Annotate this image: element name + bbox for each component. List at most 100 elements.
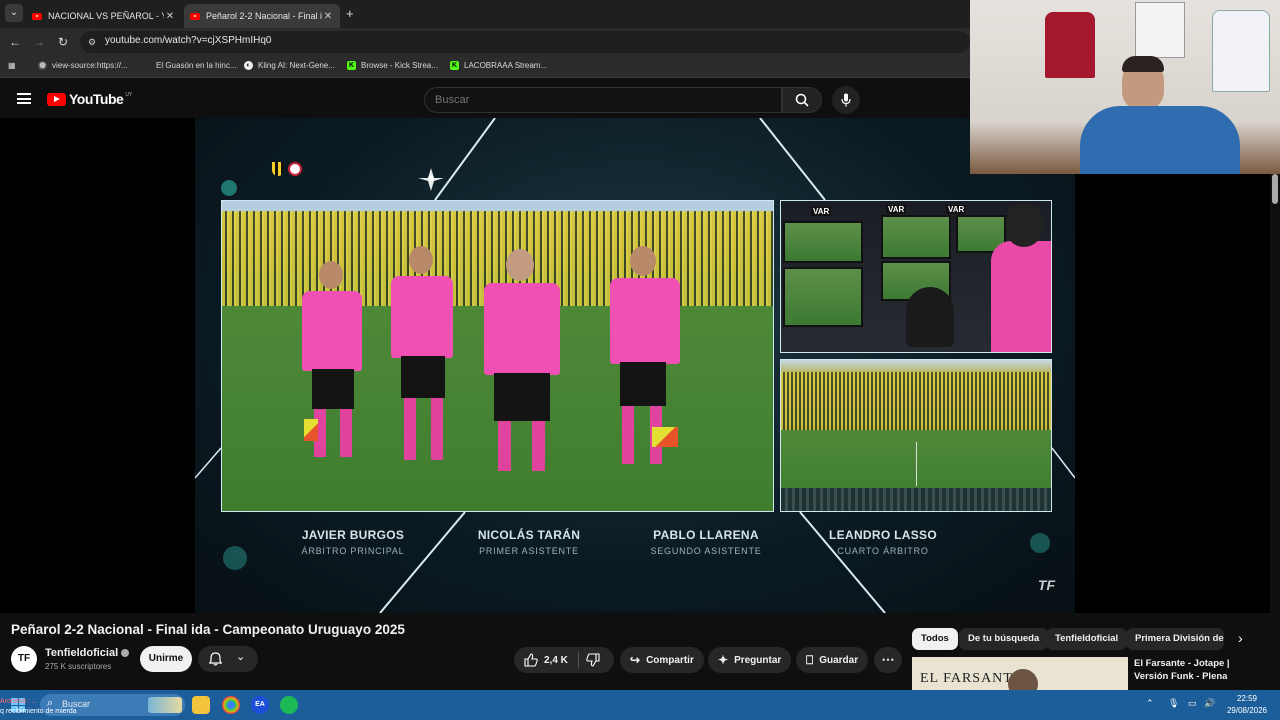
video-frame[interactable]: VAR VAR VAR JAVIER BURGOS ÁRBITRO PRINCI… bbox=[195, 118, 1075, 613]
thumbs-up-icon bbox=[524, 653, 538, 667]
bookmark-kick-browse[interactable]: K Browse - Kick Strea... bbox=[347, 61, 438, 70]
nacional-crest-icon bbox=[288, 162, 302, 176]
channel-name[interactable]: Tenfieldoficial bbox=[45, 647, 118, 659]
tab-penarol-nacional-active[interactable]: Peñarol 2-2 Nacional - Final ida ✕ bbox=[184, 4, 340, 28]
recommendation-title[interactable]: El Farsante - Jotape | Versión Funk - Pl… bbox=[1134, 657, 1264, 683]
assistant-flag bbox=[652, 427, 678, 447]
bookmark-label: Browse - Kick Strea... bbox=[361, 61, 438, 70]
tab-title: NACIONAL VS PEÑAROL - YouT bbox=[48, 11, 164, 21]
channel-name-link[interactable]: Tenfieldoficial bbox=[45, 647, 130, 659]
var-room-image: VAR VAR VAR bbox=[780, 200, 1052, 353]
chevron-right-icon[interactable]: › bbox=[1238, 630, 1243, 646]
chevron-down-icon: ⌄ bbox=[236, 651, 246, 663]
join-button[interactable]: Unirme bbox=[140, 646, 192, 672]
spotify-icon[interactable] bbox=[280, 696, 298, 714]
sparkle-icon: ✦ bbox=[718, 653, 729, 667]
streamer-person bbox=[1080, 56, 1240, 174]
referee-name: NICOLÁS TARÁN bbox=[477, 528, 581, 542]
var-label: VAR bbox=[811, 207, 832, 216]
chip-tenfieldoficial[interactable]: Tenfieldoficial bbox=[1046, 628, 1128, 650]
referee-role: ÁRBITRO PRINCIPAL bbox=[301, 546, 405, 556]
save-label: Guardar bbox=[819, 654, 859, 666]
referees-lineup-image bbox=[221, 200, 774, 512]
microphone-icon bbox=[841, 93, 851, 107]
back-arrow-icon[interactable]: ← bbox=[7, 34, 23, 50]
site-info-icon[interactable]: ⚙ bbox=[88, 36, 100, 48]
reload-icon[interactable]: ↻ bbox=[55, 34, 71, 50]
volume-icon[interactable]: 🔊 bbox=[1204, 698, 1215, 709]
chrome-icon[interactable] bbox=[222, 696, 240, 714]
chip-todos[interactable]: Todos bbox=[912, 628, 958, 650]
assistant-flag bbox=[304, 419, 318, 441]
search-icon bbox=[795, 93, 809, 107]
like-dislike-group: 2,4 K bbox=[514, 647, 614, 673]
globe-icon: ◍ bbox=[38, 61, 47, 70]
clock-date: 29/08/2026 bbox=[1226, 706, 1268, 715]
bookmark-kling-ai[interactable]: ◐ Kling AI: Next-Gene... bbox=[244, 61, 335, 70]
referee-role: SEGUNDO ASISTENTE bbox=[650, 546, 762, 556]
like-count: 2,4 K bbox=[544, 654, 568, 666]
forward-arrow-icon[interactable]: → bbox=[31, 34, 47, 50]
bookmark-label: Kling AI: Next-Gene... bbox=[258, 61, 335, 70]
tab-title: Peñarol 2-2 Nacional - Final ida bbox=[206, 11, 322, 21]
voice-search-button[interactable] bbox=[832, 86, 860, 114]
share-button[interactable]: ↪ Compartir bbox=[620, 647, 704, 673]
tray-chevron-up-icon[interactable]: ⌃ bbox=[1146, 698, 1154, 709]
bookmark-icon: ⎕ bbox=[806, 652, 814, 667]
bookmark-label: El Guasón en la hinc... bbox=[156, 61, 237, 70]
apps-grid-icon[interactable]: ▦ bbox=[8, 61, 16, 70]
poster-image bbox=[1135, 2, 1185, 58]
windows-taskbar: ⌕ Buscar EA ⌃ 🎙 ▭ 🔊 22:59 29/08/2026 bbox=[0, 690, 1280, 720]
youtube-favicon-icon bbox=[32, 12, 42, 20]
referee-name: LEANDRO LASSO bbox=[829, 528, 937, 542]
referee-role: PRIMER ASISTENTE bbox=[479, 546, 579, 556]
video-player[interactable]: VAR VAR VAR JAVIER BURGOS ÁRBITRO PRINCI… bbox=[0, 118, 1270, 613]
save-button[interactable]: ⎕ Guardar bbox=[796, 647, 869, 673]
bookmark-view-source[interactable]: ◍ view-source:https://... bbox=[38, 61, 128, 70]
microphone-tray-icon[interactable]: 🎙 bbox=[1168, 698, 1179, 709]
chip-de-tu-busqueda[interactable]: De tu búsqueda bbox=[959, 628, 1049, 650]
share-arrow-icon: ↪ bbox=[630, 653, 641, 667]
tab-nacional-vs-penarol[interactable]: NACIONAL VS PEÑAROL - YouT ✕ bbox=[26, 4, 182, 28]
subscribe-notifications-button[interactable]: ⌄ bbox=[198, 646, 258, 672]
page-scrollbar[interactable] bbox=[1272, 174, 1278, 204]
channel-avatar[interactable]: TF bbox=[11, 646, 37, 672]
url-text[interactable]: youtube.com/watch?v=cjXSPHmIHq0 bbox=[105, 35, 271, 46]
tenfield-watermark-icon: TF bbox=[1037, 577, 1055, 593]
ask-button[interactable]: ✦ Preguntar bbox=[708, 647, 792, 673]
referee-name: JAVIER BURGOS bbox=[301, 528, 405, 542]
referee-names-bar: JAVIER BURGOS ÁRBITRO PRINCIPAL NICOLÁS … bbox=[195, 528, 1075, 572]
tab-list-chevron-icon[interactable]: ⌄ bbox=[5, 4, 23, 22]
close-icon[interactable]: ✕ bbox=[322, 11, 334, 22]
referee-name-card: LEANDRO LASSO CUARTO ÁRBITRO bbox=[798, 528, 968, 556]
bell-icon bbox=[209, 652, 222, 666]
referee-name: PABLO LLARENA bbox=[653, 528, 759, 542]
bookmark-lacobraaa[interactable]: K LACOBRAAA Stream... bbox=[450, 61, 547, 70]
penarol-crest-icon bbox=[272, 162, 284, 176]
thumbs-down-icon bbox=[586, 653, 600, 667]
clock-time: 22:59 bbox=[1236, 694, 1258, 703]
youtube-logo[interactable]: YouTube UY bbox=[47, 91, 132, 107]
referee-role: CUARTO ÁRBITRO bbox=[837, 546, 929, 556]
league-logos bbox=[272, 162, 302, 176]
more-actions-button[interactable]: ⋯ bbox=[874, 647, 902, 673]
like-button[interactable]: 2,4 K bbox=[524, 647, 568, 673]
chip-primera-division[interactable]: Primera División de U bbox=[1126, 628, 1224, 650]
file-explorer-icon[interactable] bbox=[192, 696, 210, 714]
network-icon[interactable]: ▭ bbox=[1188, 698, 1197, 709]
chat-line: q recibimiento de mierda bbox=[0, 708, 77, 715]
close-icon[interactable]: ✕ bbox=[164, 11, 176, 22]
more-dots-icon: ⋯ bbox=[881, 652, 895, 667]
new-tab-plus-icon[interactable]: + bbox=[346, 6, 354, 21]
menu-icon[interactable] bbox=[17, 93, 31, 104]
ea-app-icon[interactable]: EA bbox=[251, 696, 269, 714]
recommendation-thumbnail[interactable]: EL FARSANTE bbox=[912, 657, 1128, 690]
dislike-button[interactable] bbox=[586, 653, 600, 672]
address-bar[interactable]: ⚙ youtube.com/watch?v=cjXSPHmIHq0 bbox=[80, 31, 970, 53]
bookmark-el-guason[interactable]: El Guasón en la hinc... bbox=[156, 61, 237, 70]
ask-label: Preguntar bbox=[734, 654, 782, 666]
subscriber-count: 275 K suscriptores bbox=[45, 662, 112, 671]
taskbar-clock[interactable]: 22:59 29/08/2026 bbox=[1222, 693, 1272, 717]
search-input[interactable] bbox=[435, 94, 765, 106]
search-button[interactable] bbox=[782, 87, 822, 113]
